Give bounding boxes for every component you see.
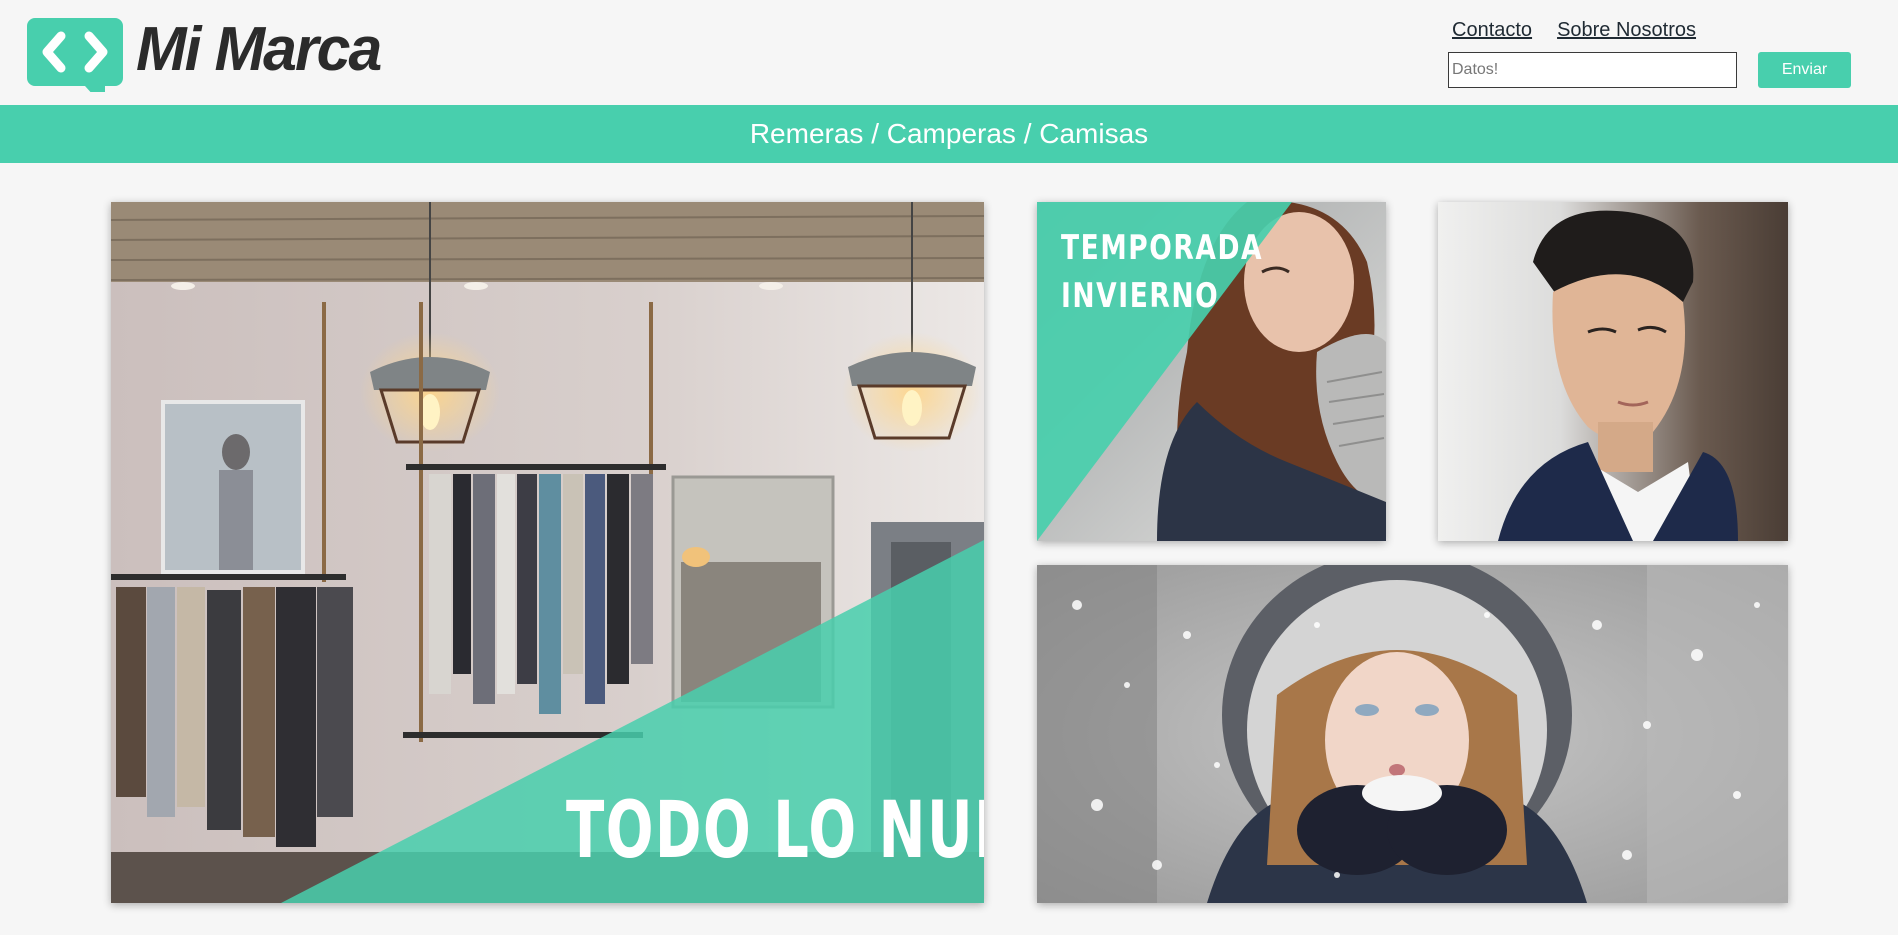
gallery-portrait-tile[interactable] (1438, 202, 1788, 541)
nav-link-contacto[interactable]: Contacto (1452, 18, 1532, 42)
data-input[interactable] (1448, 52, 1737, 88)
season-caption: TEMPORADA INVIERNO (1061, 224, 1263, 320)
gallery-snow-tile[interactable] (1037, 565, 1788, 903)
woman-snow-image (1037, 565, 1788, 903)
season-caption-line2: INVIERNO (1061, 276, 1220, 316)
brand-name[interactable]: Mi Marca (136, 12, 382, 88)
main-caption: TODO LO NUEVO (566, 786, 984, 876)
send-button[interactable]: Enviar (1758, 52, 1851, 88)
category-bar: Remeras / Camperas / Camisas (0, 105, 1898, 163)
top-nav: Contacto Sobre Nosotros (1452, 18, 1696, 42)
nav-link-sobre-nosotros[interactable]: Sobre Nosotros (1557, 18, 1696, 42)
season-caption-line1: TEMPORADA (1061, 228, 1264, 268)
gallery-winter-tile[interactable]: TEMPORADA INVIERNO (1037, 202, 1386, 541)
site-header: Mi Marca Contacto Sobre Nosotros Enviar (0, 0, 1898, 105)
category-label[interactable]: Remeras / Camperas / Camisas (750, 118, 1148, 150)
man-portrait-image (1438, 202, 1788, 541)
gallery-main-tile[interactable]: TODO LO NUEVO (111, 202, 984, 903)
logo-icon[interactable] (27, 18, 123, 92)
